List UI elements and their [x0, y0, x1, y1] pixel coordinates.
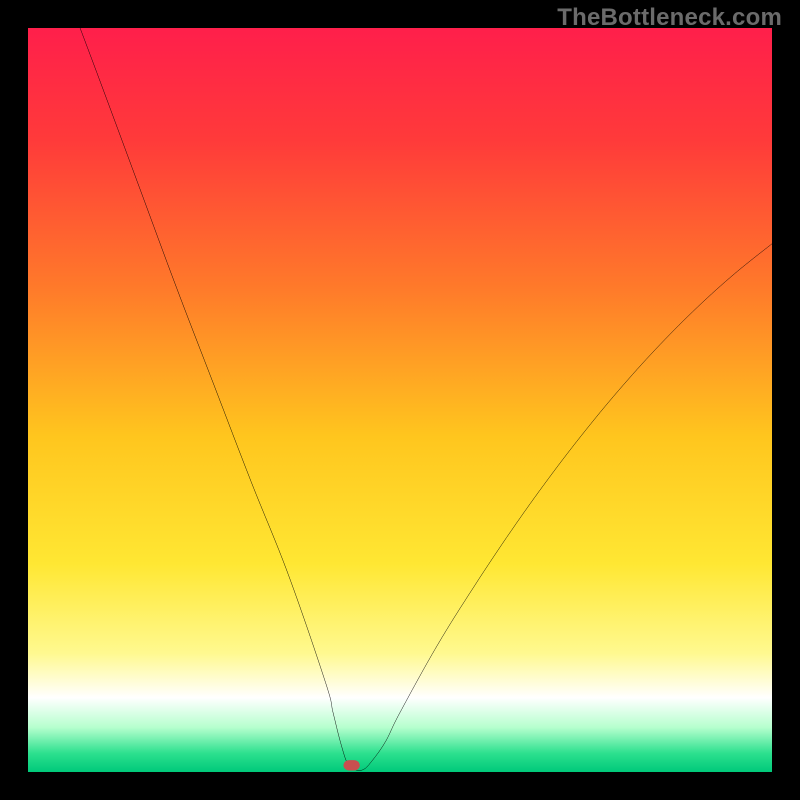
chart-frame: TheBottleneck.com — [0, 0, 800, 800]
bottleneck-chart — [28, 28, 772, 772]
optimal-point-marker — [343, 760, 359, 770]
gradient-background — [28, 28, 772, 772]
watermark-text: TheBottleneck.com — [557, 4, 782, 32]
